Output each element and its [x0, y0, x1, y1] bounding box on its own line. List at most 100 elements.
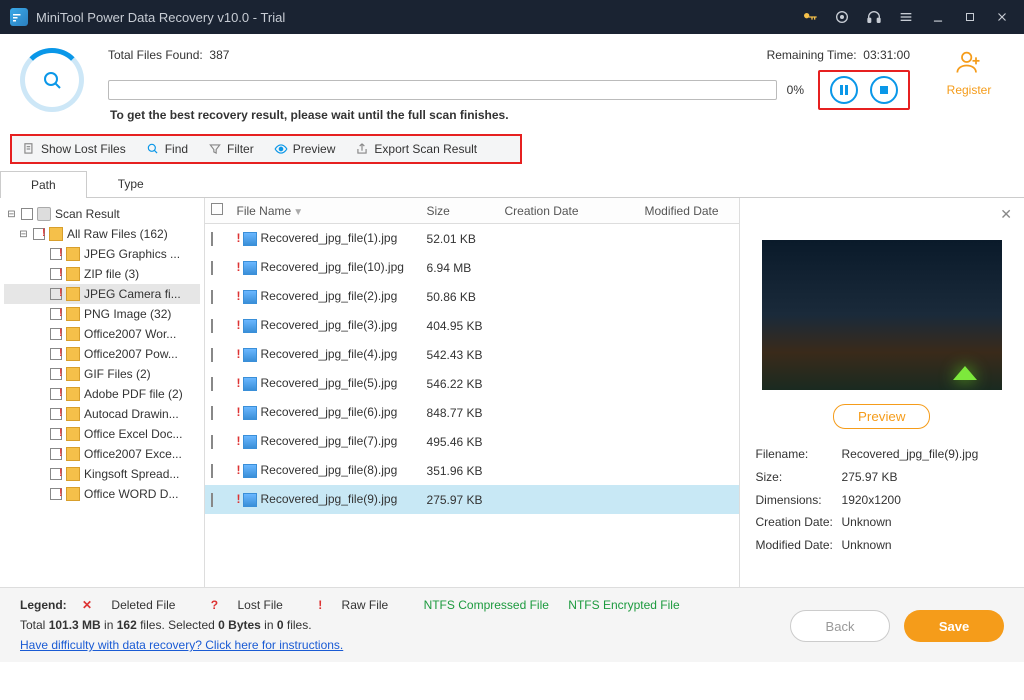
preview-button[interactable]: Preview [274, 142, 336, 156]
preview-panel: ✕ Preview Filename:Recovered_jpg_file(9)… [739, 198, 1024, 587]
window-title: MiniTool Power Data Recovery v10.0 - Tri… [36, 10, 285, 25]
menu-icon[interactable] [894, 5, 918, 29]
row-checkbox[interactable] [211, 493, 213, 507]
row-checkbox[interactable] [211, 290, 213, 304]
back-button[interactable]: Back [790, 610, 890, 642]
row-checkbox[interactable] [211, 377, 213, 391]
preview-filename: Recovered_jpg_file(9).jpg [842, 443, 979, 466]
file-type-icon [243, 261, 257, 275]
tree-item[interactable]: ZIP file (3) [4, 264, 200, 284]
raw-file-icon: ! [237, 463, 241, 477]
tree-item[interactable]: Kingsoft Spread... [4, 464, 200, 484]
table-row[interactable]: !Recovered_jpg_file(10).jpg6.94 MB [205, 253, 739, 282]
raw-file-icon: ! [237, 376, 241, 390]
register-button[interactable]: Register [934, 48, 1004, 97]
column-modified-date[interactable]: Modified Date [639, 204, 739, 218]
row-checkbox[interactable] [211, 348, 213, 362]
preview-thumbnail [762, 240, 1002, 390]
table-row[interactable]: !Recovered_jpg_file(5).jpg546.22 KB [205, 369, 739, 398]
table-row[interactable]: !Recovered_jpg_file(8).jpg351.96 KB [205, 456, 739, 485]
show-lost-files-button[interactable]: Show Lost Files [22, 142, 126, 156]
maximize-icon[interactable] [958, 5, 982, 29]
row-checkbox[interactable] [211, 435, 213, 449]
disc-icon[interactable] [830, 5, 854, 29]
stop-button[interactable] [870, 76, 898, 104]
column-name[interactable]: File Name▼ [231, 204, 421, 218]
tree-item[interactable]: Office2007 Wor... [4, 324, 200, 344]
filter-button[interactable]: Filter [208, 142, 254, 156]
minimize-icon[interactable] [926, 5, 950, 29]
raw-file-icon: ! [237, 405, 241, 419]
row-checkbox[interactable] [211, 406, 213, 420]
pause-button[interactable] [830, 76, 858, 104]
save-button[interactable]: Save [904, 610, 1004, 642]
row-checkbox[interactable] [211, 261, 213, 275]
preview-mdate: Unknown [842, 534, 892, 557]
table-row[interactable]: !Recovered_jpg_file(4).jpg542.43 KB [205, 340, 739, 369]
tree-item[interactable]: Adobe PDF file (2) [4, 384, 200, 404]
total-files-label: Total Files Found: 387 [108, 48, 229, 62]
file-type-icon [243, 348, 257, 362]
raw-file-icon: ! [237, 318, 241, 332]
register-label: Register [934, 83, 1004, 97]
tree-item[interactable]: JPEG Camera fi... [4, 284, 200, 304]
raw-file-icon: ! [237, 347, 241, 361]
progress-bar [108, 80, 777, 100]
tree-root[interactable]: ⊟Scan Result [4, 204, 200, 224]
scan-tip: To get the best recovery result, please … [0, 108, 1024, 122]
file-type-icon [243, 435, 257, 449]
export-scan-button[interactable]: Export Scan Result [355, 142, 477, 156]
file-type-icon [243, 493, 257, 507]
preview-cdate: Unknown [842, 511, 892, 534]
tree-item[interactable]: PNG Image (32) [4, 304, 200, 324]
file-type-icon [243, 232, 257, 246]
close-icon[interactable] [990, 5, 1014, 29]
row-checkbox[interactable] [211, 232, 213, 246]
table-row[interactable]: !Recovered_jpg_file(3).jpg404.95 KB [205, 311, 739, 340]
tree-tabs: Path Type [0, 170, 1024, 198]
file-list: File Name▼ Size Creation Date Modified D… [205, 198, 739, 587]
table-row[interactable]: !Recovered_jpg_file(9).jpg275.97 KB [205, 485, 739, 514]
footer: Legend: ✕ Deleted File ? Lost File ! Raw… [0, 588, 1024, 662]
table-row[interactable]: !Recovered_jpg_file(6).jpg848.77 KB [205, 398, 739, 427]
row-checkbox[interactable] [211, 464, 213, 478]
scan-controls [818, 70, 910, 110]
open-preview-button[interactable]: Preview [833, 404, 930, 429]
find-button[interactable]: Find [146, 142, 188, 156]
raw-file-icon: ! [237, 260, 241, 274]
progress-percent: 0% [787, 83, 804, 97]
app-logo-icon [10, 8, 28, 26]
file-list-header: File Name▼ Size Creation Date Modified D… [205, 198, 739, 224]
tree-item[interactable]: JPEG Graphics ... [4, 244, 200, 264]
register-icon [934, 48, 1004, 83]
tab-type[interactable]: Type [87, 170, 175, 197]
column-size[interactable]: Size [421, 204, 499, 218]
table-row[interactable]: !Recovered_jpg_file(1).jpg52.01 KB [205, 224, 739, 253]
table-row[interactable]: !Recovered_jpg_file(2).jpg50.86 KB [205, 282, 739, 311]
row-checkbox[interactable] [211, 319, 213, 333]
raw-file-icon: ! [237, 434, 241, 448]
key-icon[interactable] [798, 5, 822, 29]
tree-item[interactable]: Office WORD D... [4, 484, 200, 504]
tree-item[interactable]: Office2007 Pow... [4, 344, 200, 364]
action-toolbar: Show Lost Files Find Filter Preview Expo… [10, 134, 522, 164]
raw-file-icon: ! [237, 231, 241, 245]
remaining-time-label: Remaining Time: 03:31:00 [767, 48, 910, 62]
raw-file-icon: ! [237, 289, 241, 303]
column-creation-date[interactable]: Creation Date [499, 204, 639, 218]
file-type-icon [243, 464, 257, 478]
select-all-checkbox[interactable] [211, 203, 223, 215]
tree-item[interactable]: Autocad Drawin... [4, 404, 200, 424]
tree-item[interactable]: Office2007 Exce... [4, 444, 200, 464]
close-preview-icon[interactable]: ✕ [1000, 206, 1012, 223]
tree-item[interactable]: Office Excel Doc... [4, 424, 200, 444]
tree-item[interactable]: ⊟All Raw Files (162) [4, 224, 200, 244]
raw-file-icon: ! [237, 492, 241, 506]
headphones-icon[interactable] [862, 5, 886, 29]
file-type-icon [243, 406, 257, 420]
tab-path[interactable]: Path [0, 171, 87, 198]
tree-item[interactable]: GIF Files (2) [4, 364, 200, 384]
table-row[interactable]: !Recovered_jpg_file(7).jpg495.46 KB [205, 427, 739, 456]
folder-tree[interactable]: ⊟Scan Result ⊟All Raw Files (162) JPEG G… [0, 198, 205, 587]
file-type-icon [243, 319, 257, 333]
